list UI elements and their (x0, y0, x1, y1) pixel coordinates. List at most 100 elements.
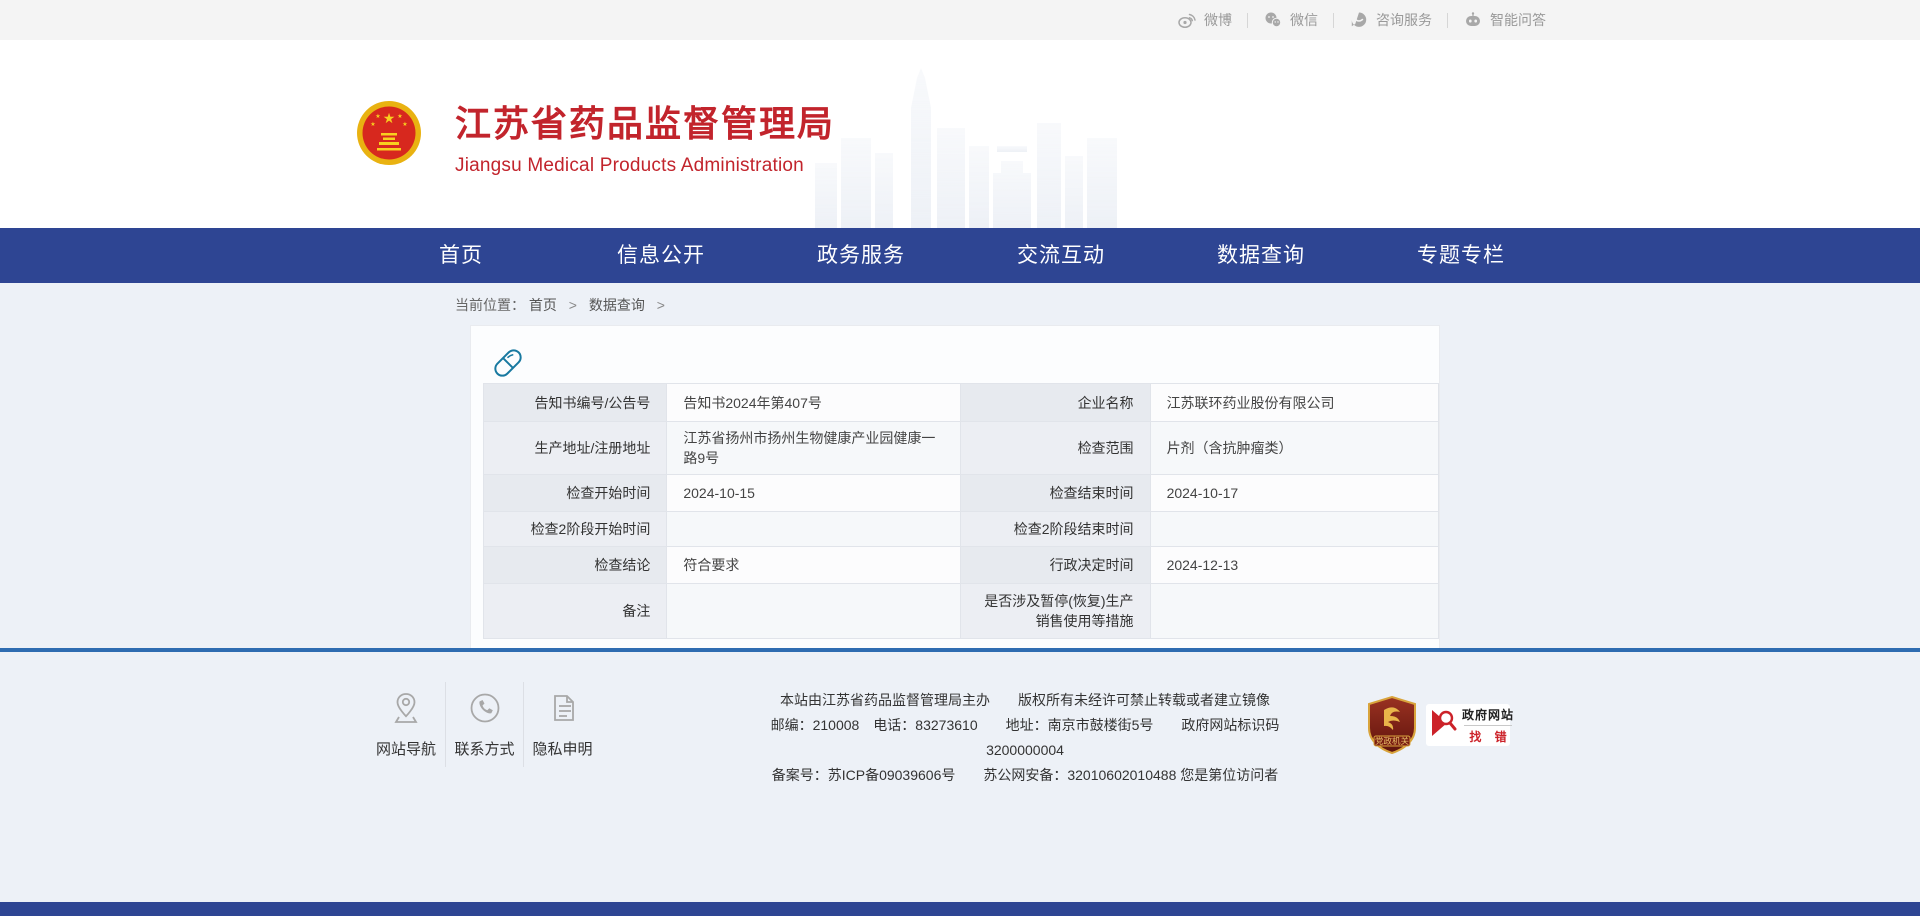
row-label-2: 检查结束时间 (961, 475, 1150, 512)
topbar-separator (1447, 13, 1448, 28)
svg-text:★: ★ (402, 121, 407, 128)
row-value-2 (1151, 584, 1439, 639)
svg-text:★: ★ (397, 113, 402, 120)
row-value-2: 江苏联环药业股份有限公司 (1151, 384, 1439, 422)
row-label-2: 企业名称 (961, 384, 1150, 422)
footer: 网站导航 联系方式 (0, 652, 1920, 902)
contact-label: 联系方式 (454, 738, 514, 759)
weibo-link[interactable]: 微博 (1177, 10, 1232, 30)
weibo-icon (1177, 10, 1197, 30)
consult-service-label: 咨询服务 (1376, 10, 1432, 30)
breadcrumb-separator: > (657, 297, 665, 313)
site-map-pin-icon (388, 690, 424, 726)
nav-menu-item[interactable]: 政务服务 (761, 228, 961, 283)
party-badge-text: 党政机关 (1375, 736, 1410, 746)
smart-qa-label: 智能问答 (1490, 10, 1546, 30)
row-value-1: 2024-10-15 (667, 475, 961, 512)
row-label-1: 检查2阶段开始时间 (484, 512, 667, 547)
row-label-2: 检查2阶段结束时间 (961, 512, 1150, 547)
wechat-icon (1263, 10, 1283, 30)
row-label-1: 生产地址/注册地址 (484, 422, 667, 475)
top-utility-bar: 微博 微信 咨询服务 智能问答 (0, 0, 1920, 40)
nav-menu-item[interactable]: 数据查询 (1161, 228, 1361, 283)
smart-qa-icon (1463, 10, 1483, 30)
nav-menu-item[interactable]: 交流互动 (961, 228, 1161, 283)
error-finder-divider (1464, 725, 1512, 726)
row-label-2: 是否涉及暂停(恢复)生产销售使用等措施 (961, 584, 1150, 639)
footer-badges: 党政机关 政府网站 找 错 (1366, 696, 1510, 754)
footer-line-1: 本站由江苏省药品监督管理局主办 版权所有未经许可禁止转载或者建立镜像 (745, 688, 1305, 713)
row-value-1: 告知书2024年第407号 (667, 384, 961, 422)
breadcrumb: 当前位置： 首页 > 数据查询 > (455, 295, 673, 315)
site-header: ★ ★ ★ ★ ★ 江苏省药品监督管理局 Jiangsu Medical Pro… (0, 40, 1920, 228)
topbar-separator (1247, 13, 1248, 28)
party-gov-badge[interactable]: 党政机关 (1366, 696, 1418, 754)
content-area: 当前位置： 首页 > 数据查询 > 告知书编号/公告号 告知书2024年第407… (0, 283, 1920, 648)
pill-icon (491, 346, 525, 380)
nav-menu-item[interactable]: 首页 (361, 228, 561, 283)
inspection-detail-table: 告知书编号/公告号 告知书2024年第407号 企业名称 江苏联环药业股份有限公… (483, 383, 1439, 639)
footer-info-text: 本站由江苏省药品监督管理局主办 版权所有未经许可禁止转载或者建立镜像 邮编：21… (745, 688, 1305, 788)
privacy-doc-icon (545, 690, 581, 726)
contact-link[interactable]: 联系方式 (445, 682, 523, 767)
svg-text:★: ★ (370, 121, 375, 128)
weibo-label: 微博 (1204, 10, 1232, 30)
privacy-link[interactable]: 隐私申明 (523, 682, 601, 767)
error-finder-text: 政府网站 找 错 (1462, 706, 1514, 745)
row-label-2: 行政决定时间 (961, 547, 1150, 584)
breadcrumb-prefix: 当前位置： (455, 297, 525, 313)
wechat-label: 微信 (1290, 10, 1318, 30)
row-value-2: 2024-12-13 (1151, 547, 1439, 584)
smart-qa-link[interactable]: 智能问答 (1463, 10, 1546, 30)
row-value-1 (667, 584, 961, 639)
nav-menu: 首页 信息公开 政务服务 交流互动 数据查询 专题专栏 (361, 228, 1920, 283)
consult-service-link[interactable]: 咨询服务 (1349, 10, 1432, 30)
table-row: 检查2阶段开始时间 检查2阶段结束时间 (484, 512, 1439, 547)
row-value-1: 符合要求 (667, 547, 961, 584)
breadcrumb-home-link[interactable]: 首页 (529, 297, 557, 313)
nav-menu-item[interactable]: 专题专栏 (1361, 228, 1561, 283)
main-nav: 首页 信息公开 政务服务 交流互动 数据查询 专题专栏 (0, 228, 1920, 283)
row-value-2: 2024-10-17 (1151, 475, 1439, 512)
site-map-link[interactable]: 网站导航 (367, 682, 445, 767)
error-finder-top-label: 政府网站 (1462, 706, 1514, 723)
website-error-finder-badge[interactable]: 政府网站 找 错 (1426, 704, 1510, 746)
row-label-1: 检查开始时间 (484, 475, 667, 512)
national-emblem-logo: ★ ★ ★ ★ ★ (356, 100, 422, 166)
footer-line-2: 邮编：210008 电话：83273610 地址：南京市鼓楼街5号 政府网站标识… (745, 713, 1305, 763)
site-subtitle: Jiangsu Medical Products Administration (455, 155, 835, 177)
row-value-2: 片剂（含抗肿瘤类） (1151, 422, 1439, 475)
wechat-link[interactable]: 微信 (1263, 10, 1318, 30)
table-row: 检查结论 符合要求 行政决定时间 2024-12-13 (484, 547, 1439, 584)
row-value-1: 江苏省扬州市扬州生物健康产业园健康一路9号 (667, 422, 961, 475)
error-finder-magnifier-icon (1430, 708, 1460, 743)
row-value-2 (1151, 512, 1439, 547)
topbar-separator (1333, 13, 1334, 28)
site-title: 江苏省药品监督管理局 (455, 95, 835, 147)
site-title-block: 江苏省药品监督管理局 Jiangsu Medical Products Admi… (455, 95, 835, 177)
footer-quick-links: 网站导航 联系方式 (367, 682, 601, 767)
breadcrumb-separator: > (569, 297, 577, 313)
row-label-1: 备注 (484, 584, 667, 639)
row-value-1 (667, 512, 961, 547)
svg-text:★: ★ (375, 113, 380, 120)
table-row: 生产地址/注册地址 江苏省扬州市扬州生物健康产业园健康一路9号 检查范围 片剂（… (484, 422, 1439, 475)
error-finder-bottom-label: 找 错 (1469, 728, 1511, 745)
nav-menu-item[interactable]: 信息公开 (561, 228, 761, 283)
row-label-2: 检查范围 (961, 422, 1150, 475)
detail-card: 告知书编号/公告号 告知书2024年第407号 企业名称 江苏联环药业股份有限公… (470, 325, 1440, 648)
row-label-1: 检查结论 (484, 547, 667, 584)
privacy-label: 隐私申明 (532, 738, 592, 759)
svg-text:★: ★ (383, 110, 396, 126)
footer-line-3: 备案号：苏ICP备09039606号 苏公网安备：32010602010488 … (745, 763, 1305, 788)
phone-icon (467, 690, 503, 726)
bottom-navy-strip (0, 902, 1920, 916)
table-row: 备注 是否涉及暂停(恢复)生产销售使用等措施 (484, 584, 1439, 639)
table-row: 检查开始时间 2024-10-15 检查结束时间 2024-10-17 (484, 475, 1439, 512)
table-row: 告知书编号/公告号 告知书2024年第407号 企业名称 江苏联环药业股份有限公… (484, 384, 1439, 422)
breadcrumb-section-link[interactable]: 数据查询 (589, 297, 645, 313)
site-map-label: 网站导航 (376, 738, 436, 759)
consult-service-icon (1349, 10, 1369, 30)
page: 微博 微信 咨询服务 智能问答 (0, 0, 1920, 916)
row-label-1: 告知书编号/公告号 (484, 384, 667, 422)
